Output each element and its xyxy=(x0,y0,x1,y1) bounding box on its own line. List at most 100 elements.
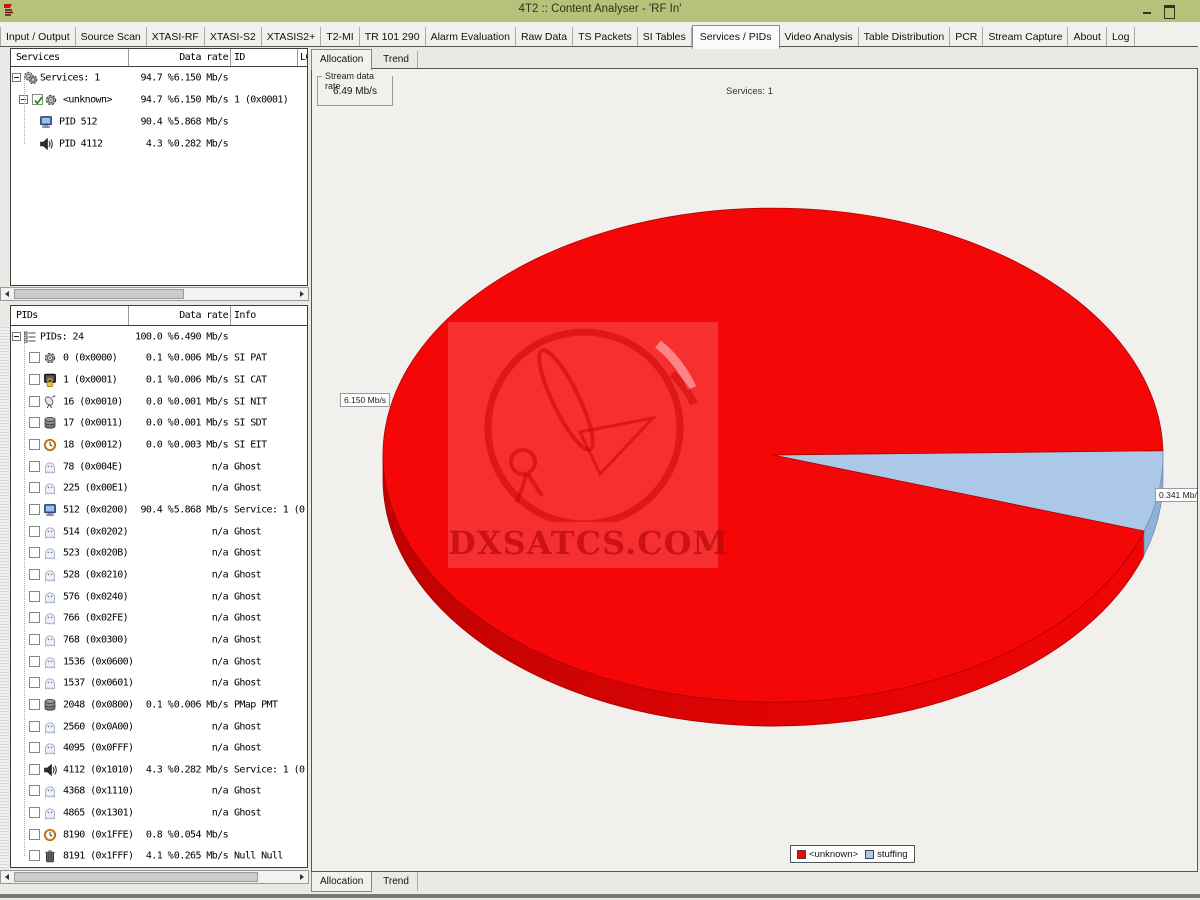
tree-row[interactable]: 1537 (0x0601)n/aGhost xyxy=(11,672,307,694)
maximize-button[interactable] xyxy=(1162,4,1176,17)
row-checkbox[interactable] xyxy=(29,850,40,861)
tab-services-pids[interactable]: Services / PIDs xyxy=(692,25,780,49)
col-lc[interactable]: LC xyxy=(300,52,308,63)
row-checkbox[interactable] xyxy=(29,352,40,363)
tree-row[interactable]: PID 41124.3 %0.282 Mb/s xyxy=(11,133,307,155)
col-services[interactable]: Services xyxy=(16,52,59,63)
tree-row[interactable]: 16 (0x0010)0.0 %0.001 Mb/sSI NIT xyxy=(11,391,307,413)
column-divider[interactable] xyxy=(128,49,129,66)
tree-row[interactable]: 1 (0x0001)0.1 %0.006 Mb/sSI CAT xyxy=(11,369,307,391)
tree-row[interactable]: 0 (0x0000)0.1 %0.006 Mb/sSI PAT xyxy=(11,348,307,370)
tree-row[interactable]: 78 (0x004E)n/aGhost xyxy=(11,456,307,478)
scroll-thumb[interactable] xyxy=(14,872,258,882)
row-checkbox[interactable] xyxy=(29,699,40,710)
tab-xtasis2[interactable]: XTASIS2+ xyxy=(262,27,322,47)
row-checkbox[interactable] xyxy=(29,482,40,493)
scroll-left-icon[interactable] xyxy=(1,288,13,300)
tab-allocation[interactable]: Allocation xyxy=(311,49,372,70)
tab-xtasi-rf[interactable]: XTASI-RF xyxy=(147,27,205,47)
minimize-button[interactable] xyxy=(1140,4,1154,17)
tree-row[interactable]: 4368 (0x1110)n/aGhost xyxy=(11,781,307,803)
tree-row[interactable]: 576 (0x0240)n/aGhost xyxy=(11,586,307,608)
column-divider[interactable] xyxy=(297,49,298,66)
tab-source-scan[interactable]: Source Scan xyxy=(76,27,147,47)
tab-tr-101-290[interactable]: TR 101 290 xyxy=(360,27,426,47)
scroll-right-icon[interactable] xyxy=(296,288,308,300)
tab-video-analysis[interactable]: Video Analysis xyxy=(780,27,859,47)
row-checkbox[interactable] xyxy=(29,461,40,472)
row-checkbox[interactable] xyxy=(32,94,43,105)
tab-si-tables[interactable]: SI Tables xyxy=(638,27,692,47)
tab-alarm-evaluation[interactable]: Alarm Evaluation xyxy=(426,27,516,47)
tab-stream-capture[interactable]: Stream Capture xyxy=(983,27,1068,47)
tab-input-output[interactable]: Input / Output xyxy=(0,27,76,47)
row-checkbox[interactable] xyxy=(29,374,40,385)
tree-row[interactable]: 768 (0x0300)n/aGhost xyxy=(11,629,307,651)
tab-table-distribution[interactable]: Table Distribution xyxy=(859,27,951,47)
tree-row[interactable]: Services: 194.7 %6.150 Mb/s xyxy=(11,67,307,89)
column-divider[interactable] xyxy=(230,49,231,66)
expander-icon[interactable] xyxy=(12,332,21,341)
tab-trend-bottom[interactable]: Trend xyxy=(375,872,418,891)
row-checkbox[interactable] xyxy=(29,396,40,407)
tree-row[interactable]: 766 (0x02FE)n/aGhost xyxy=(11,607,307,629)
scroll-left-icon[interactable] xyxy=(1,871,13,883)
row-checkbox[interactable] xyxy=(29,829,40,840)
col-pids[interactable]: PIDs xyxy=(16,310,38,321)
col-data-rate[interactable]: Data rate xyxy=(131,52,228,63)
pids-hscrollbar[interactable] xyxy=(0,870,309,884)
tree-row[interactable]: 2560 (0x0A00)n/aGhost xyxy=(11,716,307,738)
row-checkbox[interactable] xyxy=(29,504,40,515)
tree-row[interactable]: 512 (0x0200)90.4 %5.868 Mb/sService: 1 (… xyxy=(11,499,307,521)
column-divider[interactable] xyxy=(128,306,129,325)
row-checkbox[interactable] xyxy=(29,785,40,796)
tab-log[interactable]: Log xyxy=(1107,27,1136,47)
tree-row[interactable]: 528 (0x0210)n/aGhost xyxy=(11,564,307,586)
tab-trend[interactable]: Trend xyxy=(375,51,418,68)
tree-row[interactable]: PID 51290.4 %5.868 Mb/s xyxy=(11,111,307,133)
tab-pcr[interactable]: PCR xyxy=(950,27,983,47)
row-checkbox[interactable] xyxy=(29,526,40,537)
tree-row[interactable]: 1536 (0x0600)n/aGhost xyxy=(11,651,307,673)
row-checkbox[interactable] xyxy=(29,612,40,623)
tree-row[interactable]: 4095 (0x0FFF)n/aGhost xyxy=(11,737,307,759)
tree-row[interactable]: 17 (0x0011)0.0 %0.001 Mb/sSI SDT xyxy=(11,413,307,435)
row-checkbox[interactable] xyxy=(29,721,40,732)
tab-ts-packets[interactable]: TS Packets xyxy=(573,27,638,47)
tree-row[interactable]: 225 (0x00E1)n/aGhost xyxy=(11,478,307,500)
column-divider[interactable] xyxy=(230,306,231,325)
row-checkbox[interactable] xyxy=(29,417,40,428)
tree-row[interactable]: 2048 (0x0800)0.1 %0.006 Mb/sPMap PMT xyxy=(11,694,307,716)
expander-icon[interactable] xyxy=(12,73,21,82)
tab-raw-data[interactable]: Raw Data xyxy=(516,27,573,47)
col-data-rate[interactable]: Data rate xyxy=(131,310,228,321)
tab-t2-mi[interactable]: T2-MI xyxy=(321,27,359,47)
tree-row[interactable]: 523 (0x020B)n/aGhost xyxy=(11,543,307,565)
row-checkbox[interactable] xyxy=(29,591,40,602)
col-id[interactable]: ID xyxy=(234,52,245,63)
scroll-thumb[interactable] xyxy=(14,289,184,299)
row-checkbox[interactable] xyxy=(29,569,40,580)
row-checkbox[interactable] xyxy=(29,634,40,645)
tab-allocation-bottom[interactable]: Allocation xyxy=(311,872,372,892)
col-info[interactable]: Info xyxy=(234,310,256,321)
pids-vscrollbar[interactable] xyxy=(0,327,9,868)
tree-row[interactable]: 18 (0x0012)0.0 %0.003 Mb/sSI EIT xyxy=(11,434,307,456)
services-hscrollbar[interactable] xyxy=(0,287,309,301)
tree-row[interactable]: 8190 (0x1FFE)0.8 %0.054 Mb/s xyxy=(11,824,307,846)
tree-row[interactable]: 4112 (0x1010)4.3 %0.282 Mb/sService: 1 (… xyxy=(11,759,307,781)
tab-xtasi-s2[interactable]: XTASI-S2 xyxy=(205,27,262,47)
row-checkbox[interactable] xyxy=(29,742,40,753)
row-checkbox[interactable] xyxy=(29,677,40,688)
tree-row[interactable]: 8191 (0x1FFF)4.1 %0.265 Mb/sNull Null xyxy=(11,846,307,867)
row-checkbox[interactable] xyxy=(29,439,40,450)
tree-row[interactable]: <unknown>94.7 %6.150 Mb/s1 (0x0001) xyxy=(11,89,307,111)
row-checkbox[interactable] xyxy=(29,547,40,558)
row-checkbox[interactable] xyxy=(29,656,40,667)
tab-about[interactable]: About xyxy=(1068,27,1106,47)
scroll-right-icon[interactable] xyxy=(296,871,308,883)
tree-row[interactable]: 514 (0x0202)n/aGhost xyxy=(11,521,307,543)
row-checkbox[interactable] xyxy=(29,764,40,775)
row-checkbox[interactable] xyxy=(29,807,40,818)
tree-row[interactable]: PIDs: 24100.0 %6.490 Mb/s xyxy=(11,326,307,348)
